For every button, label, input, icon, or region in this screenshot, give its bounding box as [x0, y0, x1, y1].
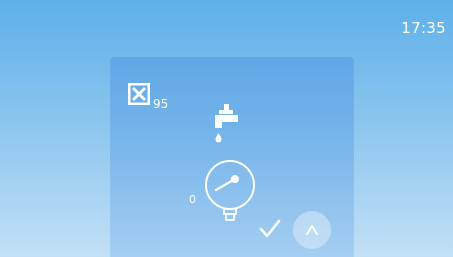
- close-box-icon[interactable]: [128, 83, 150, 105]
- up-button[interactable]: [293, 211, 331, 249]
- checkmark-icon[interactable]: [258, 217, 282, 241]
- gauge-value: 0: [189, 193, 196, 206]
- maintenance-panel: 95 0: [110, 57, 354, 257]
- chevron-up-icon: [306, 225, 318, 235]
- pressure-gauge-icon: [205, 160, 255, 221]
- status-time: 17:35: [401, 19, 446, 37]
- water-tap-drip-icon: [215, 104, 238, 143]
- screen: 17:35 95 0: [0, 0, 453, 257]
- counter-value: 95: [153, 97, 169, 111]
